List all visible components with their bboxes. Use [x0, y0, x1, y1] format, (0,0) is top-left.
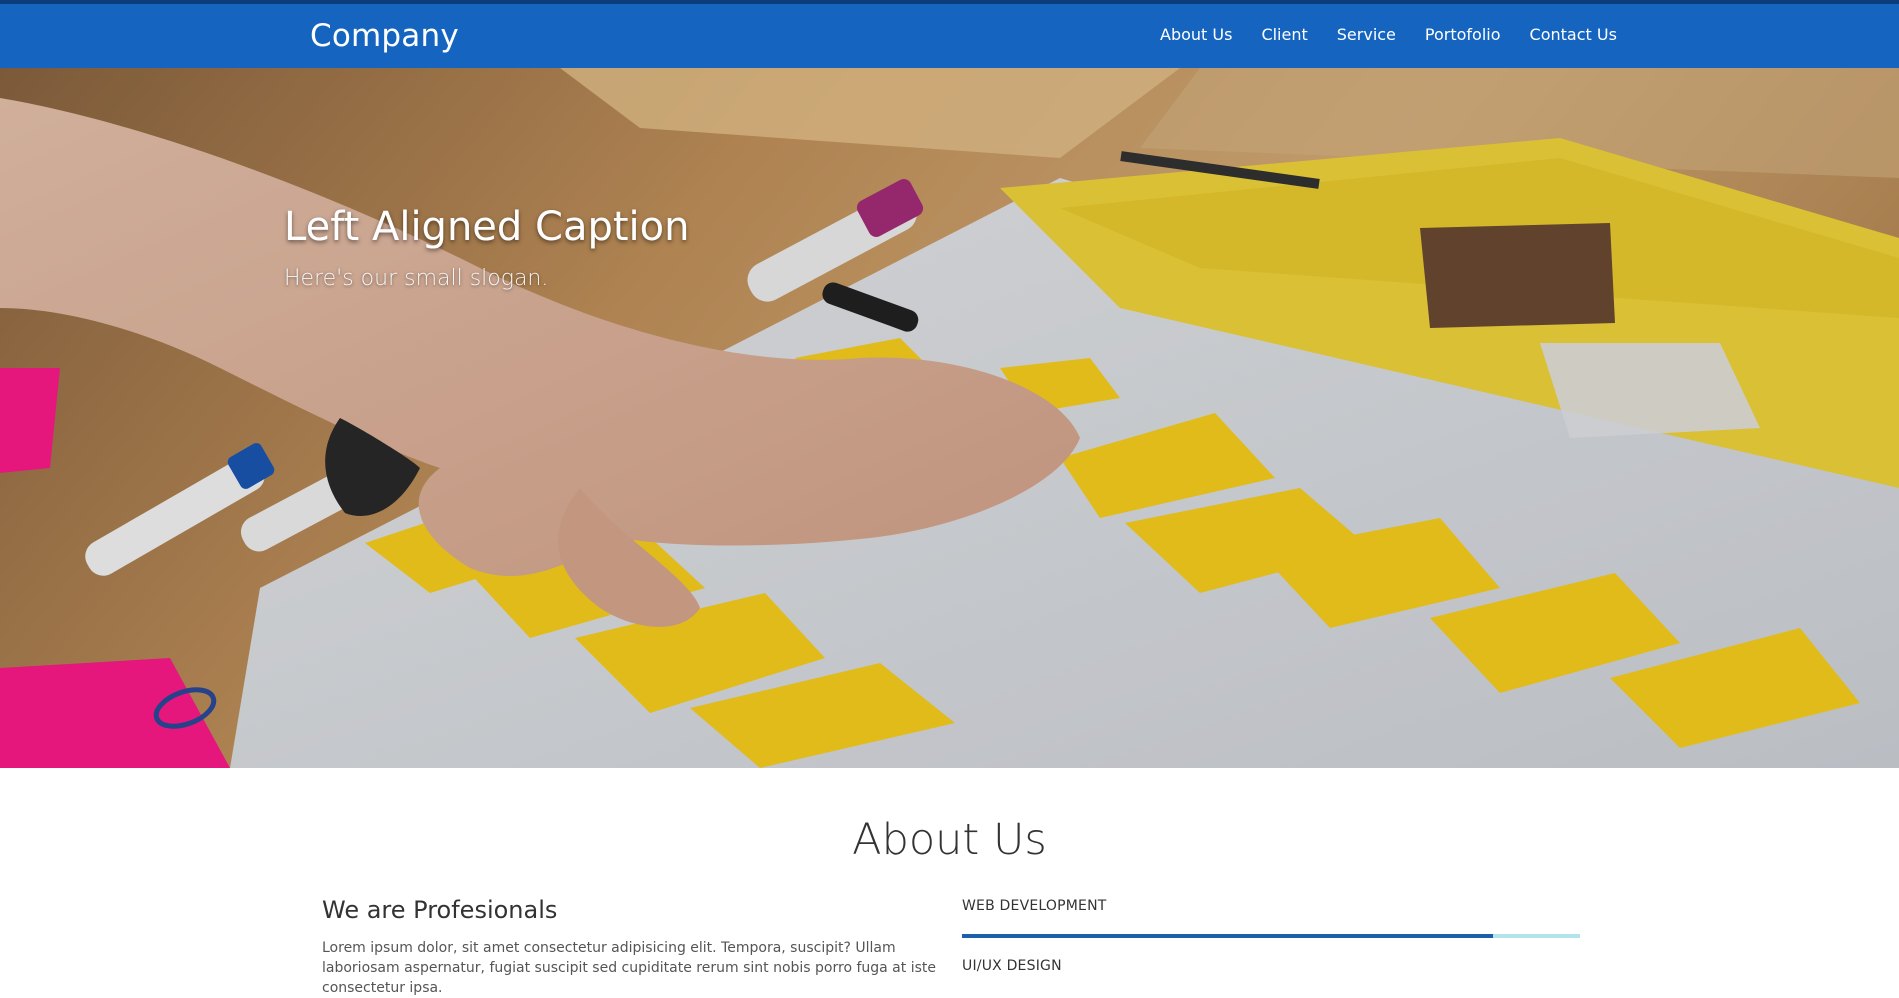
about-text: Lorem ipsum dolor, sit amet consectetur … [322, 940, 936, 996]
brand-logo[interactable]: Company [310, 18, 459, 54]
hero-background-image [0, 68, 1899, 768]
about-heading: We are Profesionals [322, 896, 558, 924]
skill-progress-web-development [962, 934, 1580, 938]
about-intro: We are Profesionals Lorem ipsum dolor, s… [322, 896, 937, 998]
nav-link-client[interactable]: Client [1261, 25, 1307, 44]
navbar: Company About Us Client Service Portofol… [0, 4, 1899, 68]
skills-panel: WEB DEVELOPMENT UI/UX DESIGN [962, 898, 1580, 974]
hero-caption-title: Left Aligned Caption [284, 204, 690, 250]
hero-caption-slogan: Here's our small slogan. [284, 266, 549, 291]
nav-link-service[interactable]: Service [1337, 25, 1396, 44]
nav-link-about-us[interactable]: About Us [1160, 25, 1232, 44]
hero-caption: Left Aligned Caption Here's our small sl… [284, 204, 689, 291]
about-section-title: About Us [852, 815, 1047, 865]
nav-link-portofolio[interactable]: Portofolio [1425, 25, 1501, 44]
skill-label-web-development: WEB DEVELOPMENT [962, 898, 1107, 914]
nav-link-contact-us[interactable]: Contact Us [1530, 25, 1617, 44]
skill-progress-fill [962, 934, 1494, 938]
nav-links: About Us Client Service Portofolio Conta… [1160, 25, 1646, 44]
skill-label-ui-ux-design: UI/UX DESIGN [962, 958, 1062, 974]
hero-carousel: Left Aligned Caption Here's our small sl… [0, 68, 1899, 768]
